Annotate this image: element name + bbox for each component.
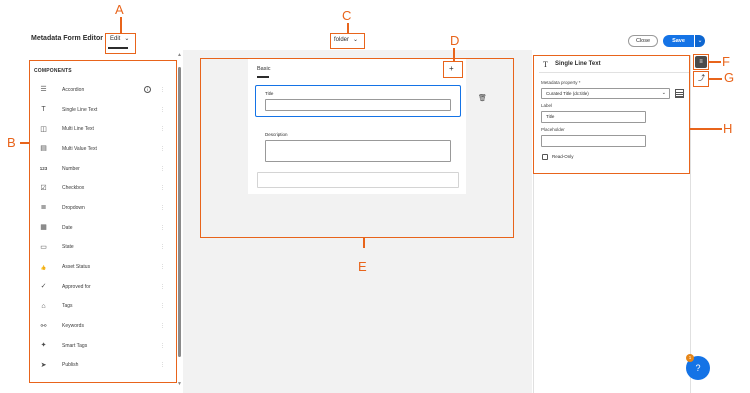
annotation-line-e — [363, 238, 365, 248]
annotation-box-f — [693, 54, 709, 70]
chevron-down-icon: ⌄ — [697, 38, 703, 44]
scroll-up-icon[interactable]: ▲ — [177, 52, 182, 58]
help-badge: 1 — [686, 354, 694, 362]
save-options-button[interactable]: ⌄ — [694, 35, 705, 47]
save-button[interactable]: Save — [663, 35, 694, 47]
annotation-line-c — [347, 23, 349, 33]
annotation-label-f: F — [722, 54, 730, 69]
annotation-label-e: E — [358, 259, 367, 274]
annotation-box-g — [693, 71, 709, 87]
annotation-line-b — [20, 142, 29, 144]
scroll-thumb[interactable] — [178, 67, 181, 357]
annotation-label-h: H — [723, 121, 733, 136]
right-rail — [690, 55, 720, 393]
annotation-label-b: B — [7, 135, 16, 150]
annotation-line-g — [709, 78, 722, 80]
annotation-label-g: G — [724, 70, 735, 85]
annotation-line-h — [690, 128, 722, 130]
annotation-label-d: D — [450, 33, 460, 48]
annotation-box-h — [533, 55, 690, 174]
annotation-box-a — [105, 33, 136, 54]
close-button[interactable]: Close — [628, 35, 658, 47]
annotation-box-c — [330, 33, 365, 49]
app-title: Metadata Form Editor — [31, 35, 103, 42]
annotation-box-e — [200, 58, 514, 238]
annotation-label-a: A — [115, 2, 124, 17]
annotation-line-a — [120, 17, 122, 33]
annotation-line-f — [709, 61, 721, 63]
scroll-down-icon[interactable]: ▼ — [177, 381, 182, 387]
annotation-label-c: C — [342, 8, 352, 23]
annotation-box-b — [29, 60, 177, 383]
app-root: Metadata Form Editor Edit ⌄ folder ⌄ Close… — [0, 0, 750, 393]
